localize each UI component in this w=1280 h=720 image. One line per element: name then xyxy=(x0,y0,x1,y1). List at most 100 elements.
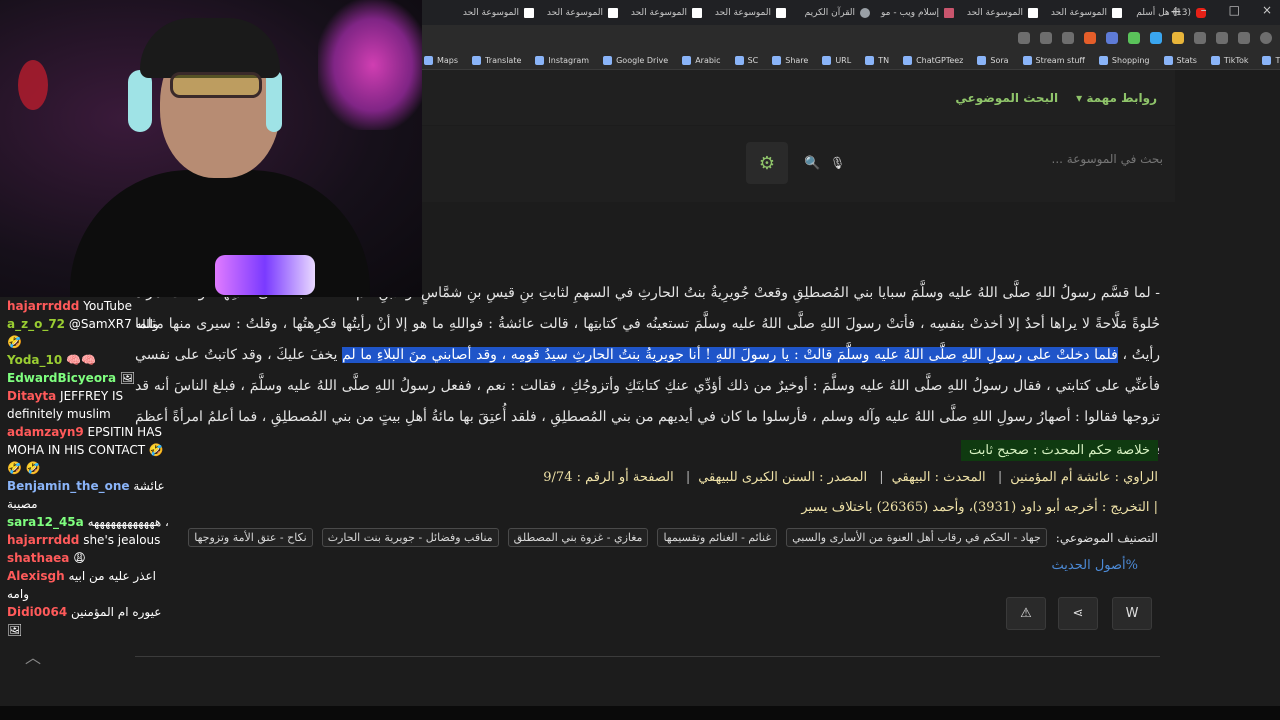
pink-light xyxy=(318,0,422,130)
word-export-button[interactable]: W xyxy=(1112,597,1152,630)
bookmark-item[interactable]: Sora xyxy=(977,55,1009,65)
minimize-button[interactable]: – xyxy=(1201,3,1207,17)
bookmark-icon xyxy=(535,55,545,65)
report-button[interactable]: ⚠ xyxy=(1006,597,1046,630)
hadith-info-line: الراوي : عائشة أم المؤمنين| المحدث : الب… xyxy=(543,470,1158,485)
muhaddith: المحدث : البيهقي xyxy=(891,470,986,485)
chat-username[interactable]: shathaea xyxy=(7,551,69,565)
browser-tab[interactable]: الموسوعة الحد xyxy=(1044,0,1128,25)
chat-message: hajarrrddd she's jealous xyxy=(0,531,180,549)
bookmark-icon xyxy=(1098,55,1108,65)
bookmark-item[interactable]: TikTok xyxy=(1210,55,1249,65)
chat-message: Benjamin_the_one عائشة مصيبة xyxy=(0,477,180,513)
vpn-ext-icon[interactable] xyxy=(1106,32,1118,44)
bookmark-label: Arabic xyxy=(695,55,721,65)
bookmark-item[interactable]: Shopping xyxy=(1098,55,1150,65)
browser-tab[interactable]: الموسوعة الحد xyxy=(540,0,624,25)
blue-ext-icon[interactable] xyxy=(1150,32,1162,44)
brave-icon[interactable] xyxy=(1084,32,1096,44)
bookmark-item[interactable]: TV xyxy=(1262,55,1280,65)
chat-message: adamzayn9 EPSITIN HAS MOHA IN HIS CONTAC… xyxy=(0,423,180,477)
source: المصدر : السنن الكبرى للبيهقي xyxy=(698,470,868,485)
green-ext-icon[interactable] xyxy=(1128,32,1140,44)
chat-username[interactable]: adamzayn9 xyxy=(7,425,84,439)
share-button[interactable]: ⋖ xyxy=(1058,597,1098,630)
chat-username[interactable]: Yoda_10 xyxy=(7,353,62,367)
bookmark-item[interactable]: Share xyxy=(772,55,808,65)
chat-message: EdwardBicyeora 🖼 xyxy=(0,369,180,387)
bookmark-item[interactable]: Stats xyxy=(1163,55,1197,65)
bookmark-icon xyxy=(682,55,692,65)
page-icon xyxy=(524,7,534,18)
chat-username[interactable]: Didi0064 xyxy=(7,605,67,619)
bookmark-item[interactable]: Arabic xyxy=(682,55,721,65)
rgb-microphone xyxy=(215,255,315,295)
new-tab-button[interactable]: + xyxy=(1170,4,1182,20)
bookmark-icon xyxy=(1210,55,1220,65)
sidebar-icon[interactable] xyxy=(1216,32,1228,44)
chat-username[interactable]: EdwardBicyeora xyxy=(7,371,116,385)
chat-username[interactable]: sara12_45a xyxy=(7,515,84,529)
share-ext-icon[interactable] xyxy=(1062,32,1074,44)
search-icon[interactable]: 🔍 xyxy=(804,156,820,171)
profile-icon[interactable] xyxy=(1260,32,1272,44)
browser-tab[interactable]: الموسوعة الحد xyxy=(708,0,792,25)
browser-tab[interactable]: الموسوعة الحد xyxy=(960,0,1044,25)
bookmark-label: ChatGPTeez xyxy=(916,55,964,65)
bookmark-icon xyxy=(822,55,832,65)
browser-tab[interactable]: الموسوعة الحد xyxy=(456,0,540,25)
bookmark-item[interactable]: Instagram xyxy=(535,55,589,65)
usul-link[interactable]: %أصول الحديث xyxy=(1052,558,1138,573)
translate-ext-icon[interactable] xyxy=(1018,32,1030,44)
chat-username[interactable]: hajarrrddd xyxy=(7,533,79,547)
chat-username[interactable]: Alexisgh xyxy=(7,569,65,583)
scroll-top-chevron-icon[interactable]: ︿ xyxy=(25,644,41,668)
puzzle-icon[interactable] xyxy=(1194,32,1206,44)
topic-tag[interactable]: مغازي - غزوة بني المصطلق xyxy=(507,528,649,547)
nav-topical-search[interactable]: البحث الموضوعي xyxy=(955,91,1058,105)
maximize-button[interactable]: □ xyxy=(1229,3,1240,17)
close-button[interactable]: × xyxy=(1262,3,1272,17)
red-light xyxy=(18,60,48,110)
bookmark-item[interactable]: SC xyxy=(734,55,758,65)
chat-username[interactable]: Ditayta xyxy=(7,389,56,403)
topic-tag[interactable]: مناقب وفضائل - جويرية بنت الحارث xyxy=(321,528,499,547)
bookmark-item[interactable]: Google Drive xyxy=(603,55,669,65)
bookmark-icon xyxy=(772,55,782,65)
bookmark-item[interactable]: Maps xyxy=(424,55,458,65)
bookmark-item[interactable]: TN xyxy=(865,55,889,65)
microphone-icon[interactable]: 🎙 xyxy=(830,156,845,170)
bookmark-item[interactable]: ChatGPTeez xyxy=(903,55,964,65)
topic-tag[interactable]: جهاد - الحكم في رقاب أهل العنوة من الأسا… xyxy=(786,528,1047,547)
chat-username[interactable]: hajarrrddd xyxy=(7,299,79,313)
nav-important-links[interactable]: روابط مهمة ▾ xyxy=(1076,91,1157,105)
zoom-icon[interactable] xyxy=(1040,32,1052,44)
bookmark-label: Google Drive xyxy=(616,55,669,65)
tab-label: الموسوعة الحد xyxy=(546,7,603,18)
verdict-badge: خلاصة حكم المحدث : صحيح ثابت xyxy=(961,440,1158,461)
bookmark-label: TikTok xyxy=(1223,55,1249,65)
topic-tag[interactable]: نكاح - عتق الأمة وتزوجها xyxy=(188,528,313,547)
search-input[interactable] xyxy=(763,152,1163,166)
browser-tab[interactable]: إسلام ويب - مو xyxy=(876,0,960,25)
bookmark-item[interactable]: Translate xyxy=(472,55,521,65)
hadith-selected-text: فلما دخلتْ على رسولِ اللهِ صلَّى اللهُ ع… xyxy=(342,347,1118,363)
browser-tab[interactable]: الموسوعة الحد xyxy=(624,0,708,25)
chat-username[interactable]: a_z_o_72 xyxy=(7,317,65,331)
streamer-cap xyxy=(140,18,280,78)
music-icon[interactable] xyxy=(1238,32,1250,44)
page-icon xyxy=(608,7,618,18)
tab-label: (13) هل أسلم xyxy=(1136,7,1191,18)
bookmark-icon xyxy=(734,55,744,65)
topic-tag[interactable]: غنائم - الغنائم وتقسيمها xyxy=(657,528,778,547)
settings-gear-button[interactable]: ⚙ xyxy=(746,142,788,184)
bookmark-item[interactable]: Stream stuff xyxy=(1022,55,1085,65)
chat-message: sara12_45a ههههههههههههه ، xyxy=(0,513,180,531)
bookmark-item[interactable]: URL xyxy=(822,55,851,65)
browser-tab[interactable]: القرآن الكريم xyxy=(792,0,876,25)
chat-username[interactable]: Benjamin_the_one xyxy=(7,479,130,493)
page-icon xyxy=(1112,7,1122,18)
screen: { "browser": { "tabs": [ {"label": "(13)… xyxy=(0,0,1280,720)
page-icon xyxy=(1028,7,1038,18)
yellow-ext-icon[interactable] xyxy=(1172,32,1184,44)
